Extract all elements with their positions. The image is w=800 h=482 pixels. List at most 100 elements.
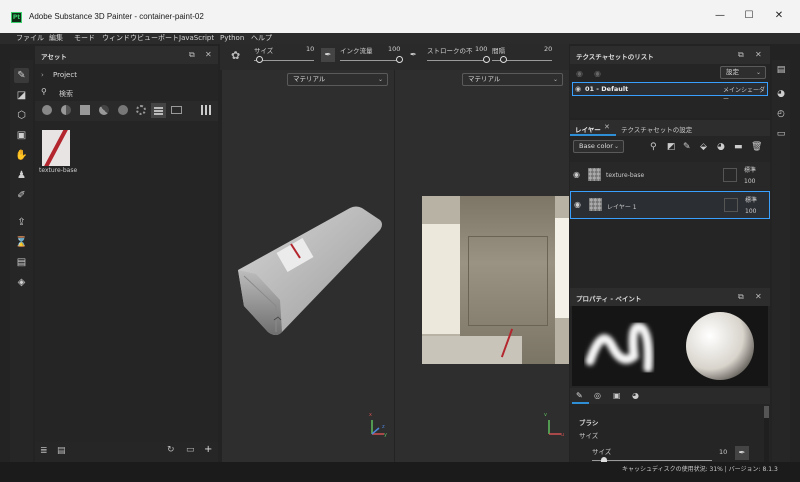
- layer-row-texture-base[interactable]: ◉ texture-base 標準 100: [570, 162, 770, 190]
- menu-python[interactable]: Python: [220, 33, 244, 44]
- texture-set-settings-dropdown[interactable]: 設定 ⌄: [720, 66, 766, 79]
- layer-opacity[interactable]: 100: [745, 208, 756, 215]
- filters-filter-icon[interactable]: [118, 105, 128, 115]
- size-slider-track[interactable]: [254, 60, 314, 61]
- size-value[interactable]: 10: [306, 45, 314, 53]
- shader-label[interactable]: メインシェーダー: [723, 85, 767, 103]
- close-button[interactable]: ✕: [771, 10, 787, 22]
- view-mode-icon[interactable]: [201, 105, 211, 115]
- add-folder-icon[interactable]: ▬: [734, 142, 743, 152]
- layer-row-layer-1[interactable]: ◉ レイヤー 1 標準 100: [570, 191, 770, 219]
- eye-icon[interactable]: ◉: [574, 200, 581, 209]
- import-resources-icon[interactable]: ≣: [40, 446, 48, 456]
- add-mask-icon[interactable]: ◩: [667, 142, 676, 152]
- alpha-tab-icon[interactable]: ◎: [594, 391, 601, 400]
- blend-mode[interactable]: 標準: [744, 165, 756, 174]
- brush-size-value[interactable]: 10: [719, 448, 727, 456]
- layer-name[interactable]: レイヤー 1: [607, 202, 637, 211]
- refresh-icon[interactable]: ↻: [167, 445, 175, 455]
- history-icon[interactable]: ◴: [775, 108, 787, 120]
- close-panel-icon[interactable]: ✕: [755, 50, 762, 59]
- add-asset-icon[interactable]: +: [204, 444, 212, 455]
- stroke-opacity-pen-icon[interactable]: ✒: [410, 50, 417, 59]
- projection-icon[interactable]: ⬡: [14, 108, 29, 123]
- eye-icon[interactable]: ◉: [575, 85, 581, 93]
- layer-mask-slot[interactable]: [723, 168, 737, 182]
- maximize-button[interactable]: ☐: [741, 10, 757, 22]
- shelf-icon[interactable]: ▤: [14, 255, 29, 270]
- brush-tab-icon[interactable]: ✎: [576, 391, 583, 400]
- color-picker-icon[interactable]: ✐: [14, 188, 29, 203]
- tab-layers[interactable]: レイヤー: [575, 124, 601, 134]
- layer-opacity[interactable]: 100: [744, 178, 755, 185]
- close-panel-icon[interactable]: ✕: [205, 50, 212, 59]
- brush-size-slider-track[interactable]: [592, 460, 712, 461]
- size-slider-handle[interactable]: [256, 56, 263, 63]
- display-settings-icon[interactable]: ◕: [775, 88, 787, 100]
- spacing-slider-handle[interactable]: [500, 56, 507, 63]
- close-panel-icon[interactable]: ✕: [755, 292, 762, 301]
- add-paint-layer-icon[interactable]: ✎: [683, 142, 691, 152]
- asset-thumbnail-texture-base[interactable]: [42, 130, 70, 166]
- minimize-button[interactable]: —: [712, 10, 728, 22]
- menu-viewport[interactable]: ビューポート: [137, 33, 179, 44]
- layer-mask-slot[interactable]: [724, 198, 738, 212]
- brush-section-title[interactable]: ブラシ: [579, 417, 598, 427]
- mesh-icon[interactable]: ◈: [14, 275, 29, 290]
- menu-file[interactable]: ファイル: [16, 33, 44, 44]
- export-icon[interactable]: ⇪: [14, 215, 29, 230]
- folder-icon[interactable]: ▭: [186, 445, 195, 455]
- stroke-opacity-slider-handle[interactable]: [483, 56, 490, 63]
- materials-filter-icon[interactable]: [42, 105, 52, 115]
- smudge-icon[interactable]: ✋: [14, 148, 29, 163]
- blend-mode[interactable]: 標準: [745, 195, 757, 204]
- alphas-filter-icon[interactable]: [99, 105, 109, 115]
- tab-texture-set-settings[interactable]: テクスチャセットの設定: [621, 124, 692, 134]
- visibility-icon[interactable]: ◉: [594, 69, 601, 78]
- search-input[interactable]: 検索: [59, 89, 73, 99]
- new-folder-list-icon[interactable]: ▤: [57, 446, 66, 456]
- viewport-2d[interactable]: マテリアル ⌄ v u: [395, 70, 569, 462]
- chevron-right-icon[interactable]: ›: [41, 71, 44, 79]
- viewport-3d[interactable]: マテリアル ⌄ x y z: [222, 70, 394, 462]
- menu-window[interactable]: ウィンドウ: [102, 33, 137, 44]
- pen-pressure-icon[interactable]: ✒: [735, 446, 749, 460]
- stencil-tab-icon[interactable]: ▣: [613, 391, 621, 400]
- ink-flow-value[interactable]: 100: [388, 45, 400, 53]
- float-panel-icon[interactable]: ⧉: [189, 50, 195, 60]
- visibility-icon[interactable]: ◉: [576, 69, 583, 78]
- textures-filter-icon[interactable]: [80, 105, 90, 115]
- texture-set-row[interactable]: ◉ 01 - Default メインシェーダー: [572, 82, 768, 103]
- texture-set-list-icon[interactable]: ▤: [775, 64, 787, 76]
- ink-flow-pen-icon[interactable]: ✒: [321, 48, 335, 62]
- grid-filter-icon[interactable]: [151, 103, 166, 118]
- menu-javascript[interactable]: JavaScript: [179, 33, 214, 44]
- spacing-value[interactable]: 20: [544, 45, 552, 53]
- ink-flow-slider-track[interactable]: [340, 60, 400, 61]
- clone-icon[interactable]: ♟: [14, 168, 29, 183]
- ink-flow-slider-handle[interactable]: [396, 56, 403, 63]
- add-smart-material-icon[interactable]: ◕: [717, 142, 725, 152]
- polygon-fill-icon[interactable]: ▣: [14, 128, 29, 143]
- eraser-icon[interactable]: ◪: [14, 88, 29, 103]
- material-tab-icon[interactable]: ◕: [632, 391, 639, 400]
- stroke-opacity-value[interactable]: 100: [475, 45, 487, 53]
- menu-help[interactable]: ヘルプ: [251, 33, 272, 44]
- eye-icon[interactable]: ◉: [573, 170, 580, 179]
- properties-scrollbar[interactable]: [764, 406, 769, 462]
- add-fill-layer-icon[interactable]: ⬙: [700, 142, 707, 152]
- float-panel-icon[interactable]: ⧉: [738, 50, 744, 60]
- float-panel-icon[interactable]: ⧉: [738, 292, 744, 302]
- smart-materials-filter-icon[interactable]: [61, 105, 71, 115]
- channel-dropdown[interactable]: Base color ⌄: [573, 140, 624, 153]
- stroke-opacity-slider-track[interactable]: [427, 60, 487, 61]
- bake-icon[interactable]: ⌛: [14, 235, 29, 250]
- menu-mode[interactable]: モード: [74, 33, 95, 44]
- brush-preset-icon[interactable]: ✿: [231, 49, 240, 62]
- add-effect-icon[interactable]: ⚲: [650, 142, 657, 152]
- layer-name[interactable]: texture-base: [606, 172, 644, 179]
- environments-filter-icon[interactable]: [171, 106, 182, 114]
- delete-layer-icon[interactable]: 🗑: [751, 142, 762, 152]
- close-tab-icon[interactable]: ✕: [604, 123, 610, 131]
- paint-brush-icon[interactable]: ✎: [14, 68, 29, 83]
